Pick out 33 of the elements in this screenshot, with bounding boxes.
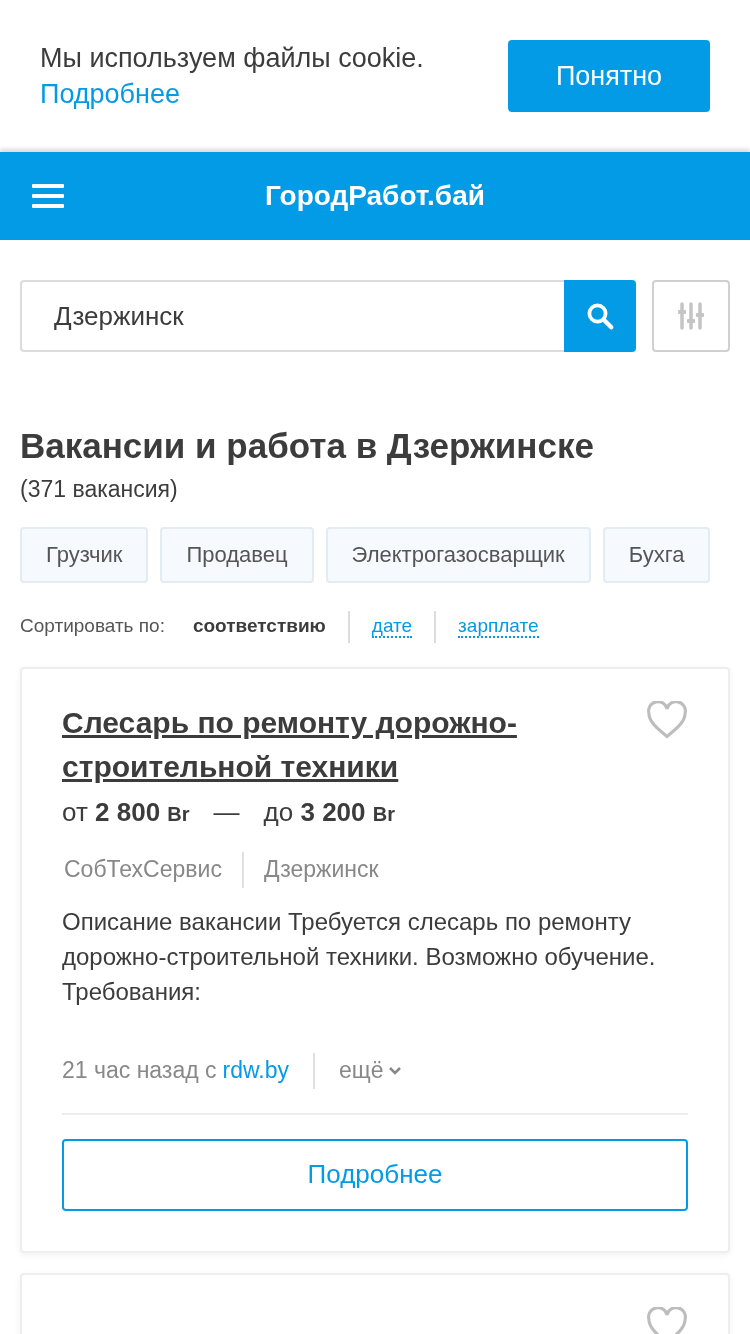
vacancy-title[interactable]: Слесарь по ремонту дорожно-строительной техники [62, 700, 630, 789]
company-name: СобТехСервис [63, 855, 222, 885]
sort-option[interactable]: зарплате [458, 615, 539, 638]
sort-label: Сортировать по: [20, 614, 165, 639]
search-field[interactable]: Дзержинск [20, 280, 564, 352]
chevron-icon [387, 1065, 402, 1076]
cookie-text: Мы используем файлы cookie. [40, 42, 424, 75]
heart-icon[interactable] [646, 700, 688, 739]
tag-chip[interactable]: Грузчик [20, 526, 149, 583]
page-heading: Вакансии и работа в Дзержинске [20, 425, 595, 467]
vacancy-description: Описание вакансии Требуется слесарь по ремонту дорожно-строительной техники. Возможно обучение. Требования: [62, 906, 657, 1007]
more-link[interactable]: Подробнее [40, 76, 424, 112]
heart-icon[interactable] [646, 1306, 688, 1334]
menu-icon[interactable] [32, 183, 64, 209]
details-button[interactable]: Подробнее [62, 1138, 688, 1211]
more-toggle[interactable]: ещё [339, 1053, 402, 1088]
accept-button[interactable]: Понятно [508, 40, 710, 112]
posted-time: 21 час назад с [62, 1056, 217, 1086]
salary-dash: — [213, 795, 240, 829]
sort-option[interactable]: соответствию [192, 612, 326, 641]
search-icon [585, 301, 615, 331]
tag-chip[interactable]: Продавец [160, 526, 314, 583]
vacancy-count: (371 вакансия) [20, 475, 179, 504]
filter-button[interactable] [652, 280, 730, 352]
tag-chip[interactable]: Электрогазосварщик [325, 526, 591, 583]
search-button[interactable] [564, 280, 636, 352]
city-name: Дзержинск [263, 855, 379, 885]
sliders-icon [677, 301, 705, 331]
sort-option[interactable]: дате [371, 615, 413, 638]
source-link[interactable]: rdw.by [222, 1053, 289, 1088]
salary-to: до 3 200 Br [263, 795, 395, 829]
salary-from: от 2 800 Br [62, 795, 190, 829]
tag-chip[interactable]: Бухга [602, 526, 711, 583]
